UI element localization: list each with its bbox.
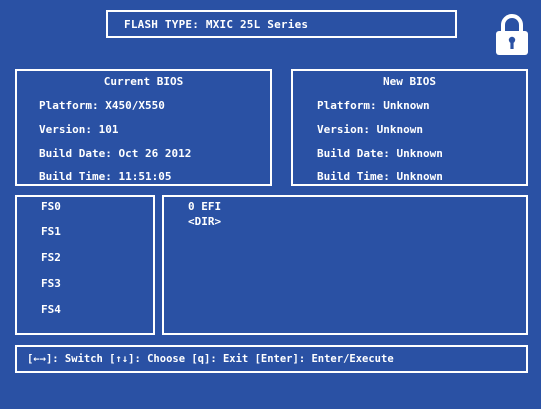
file-system-list[interactable]: FS0 FS1 FS2 FS3 FS4 (15, 195, 155, 335)
new-bios-title: New BIOS (383, 75, 436, 88)
fs-item-fs4[interactable]: FS4 (41, 303, 61, 316)
fs-item-fs0[interactable]: FS0 (41, 200, 61, 213)
current-bios-build-time: Build Time: 11:51:05 (39, 170, 172, 183)
fs-item-fs1[interactable]: FS1 (41, 225, 61, 238)
fs-item-fs3[interactable]: FS3 (41, 277, 61, 290)
padlock-icon (496, 14, 528, 55)
current-bios-title: Current BIOS (103, 75, 184, 88)
new-bios-build-time: Build Time: Unknown (317, 170, 443, 183)
new-bios-build-date: Build Date: Unknown (317, 147, 443, 160)
directory-entry-efi[interactable]: 0 EFI (188, 200, 221, 213)
flash-type-label: FLASH TYPE: MXIC 25L Series (124, 17, 309, 31)
fs-item-fs2[interactable]: FS2 (41, 251, 61, 264)
key-help-text: [←→]: Switch [↑↓]: Choose [q]: Exit [Ent… (27, 353, 394, 365)
current-bios-version: Version: 101 (39, 123, 119, 136)
current-bios-platform: Platform: X450/X550 (39, 99, 165, 112)
current-bios-panel: Current BIOS Platform: X450/X550 Version… (15, 69, 272, 186)
directory-listing[interactable]: 0 EFI <DIR> (162, 195, 528, 335)
current-bios-build-date: Build Date: Oct 26 2012 (39, 147, 192, 160)
flash-type-box: FLASH TYPE: MXIC 25L Series (106, 10, 457, 38)
bios-flash-screen: FLASH TYPE: MXIC 25L Series Current BIOS… (0, 0, 541, 409)
new-bios-panel: New BIOS Platform: Unknown Version: Unkn… (291, 69, 528, 186)
directory-entry-type: <DIR> (188, 215, 222, 228)
key-help-bar: [←→]: Switch [↑↓]: Choose [q]: Exit [Ent… (15, 345, 528, 373)
new-bios-platform: Platform: Unknown (317, 99, 430, 112)
new-bios-version: Version: Unknown (317, 123, 423, 136)
